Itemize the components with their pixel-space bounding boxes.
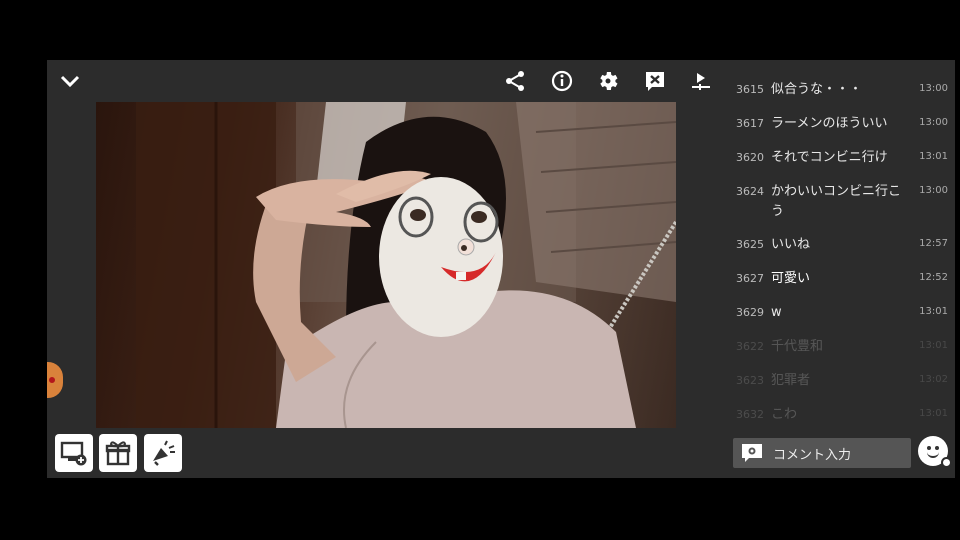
comment-time: 13:00 (919, 185, 948, 196)
gift-icon (105, 441, 131, 466)
monitor-add-button[interactable] (55, 434, 93, 472)
comment-time: 12:57 (919, 238, 948, 249)
comment-number: 3620 (736, 151, 764, 164)
side-drawer-handle[interactable] (47, 362, 63, 398)
video-player[interactable] (96, 102, 676, 428)
announce-button[interactable] (144, 434, 182, 472)
comment-number: 3624 (736, 185, 764, 198)
comment-number: 3627 (736, 272, 764, 285)
hide-comments-button[interactable] (638, 64, 672, 98)
megaphone-icon (153, 440, 175, 466)
comment-text: それでコンビニ行け (771, 150, 888, 165)
comment-time: 12:52 (919, 272, 948, 283)
notification-dot (941, 457, 952, 468)
video-frame-image (136, 102, 676, 428)
timeshift-icon (692, 73, 710, 90)
comment-number: 3625 (736, 238, 764, 251)
chevron-down-icon (60, 75, 80, 88)
collapse-button[interactable] (53, 64, 87, 98)
gift-button[interactable] (99, 434, 137, 472)
player-app: 3615 似合うな・・・ 13:00 3617 ラーメンのほういい 13:00 … (47, 60, 955, 478)
comment-number: 3632 (736, 408, 764, 421)
close-comments-icon (646, 72, 664, 91)
comment-text: かわいいコンビニ行こう (771, 184, 902, 219)
timeshift-button[interactable] (684, 64, 718, 98)
comment-time: 13:01 (919, 408, 948, 419)
comment-settings-icon (742, 444, 762, 462)
comment-text: w (771, 305, 782, 320)
comment-text: 可愛い (771, 271, 811, 286)
comment-text: 犯罪者 (771, 373, 811, 388)
monitor-add-icon (60, 441, 87, 466)
comment-time: 13:01 (919, 306, 948, 317)
comment-number: 3615 (736, 83, 764, 96)
comment-text: 千代豊和 (771, 339, 824, 354)
comment-number: 3623 (736, 374, 764, 387)
comment-time: 13:01 (919, 340, 948, 351)
comment-time: 13:01 (919, 151, 948, 162)
comment-input[interactable]: コメント入力 (733, 438, 911, 468)
comment-number: 3629 (736, 306, 764, 319)
comment-text: こわ (771, 407, 798, 422)
comment-text: 似合うな・・・ (771, 82, 863, 97)
info-icon (551, 70, 573, 92)
comment-time: 13:00 (919, 83, 948, 94)
emoji-button[interactable] (918, 436, 952, 468)
comment-list[interactable]: 3615 似合うな・・・ 13:00 3617 ラーメンのほういい 13:00 … (730, 60, 950, 430)
info-button[interactable] (545, 64, 579, 98)
comment-number: 3622 (736, 340, 764, 353)
share-icon (506, 71, 524, 91)
comment-time: 13:02 (919, 374, 948, 385)
comment-time: 13:00 (919, 117, 948, 128)
comment-text: ラーメンのほういい (771, 116, 888, 131)
settings-button[interactable] (591, 64, 625, 98)
gear-icon (600, 72, 618, 90)
comment-input-placeholder: コメント入力 (773, 447, 852, 463)
share-button[interactable] (498, 64, 532, 98)
comment-text: いいね (771, 237, 811, 252)
comment-number: 3617 (736, 117, 764, 130)
